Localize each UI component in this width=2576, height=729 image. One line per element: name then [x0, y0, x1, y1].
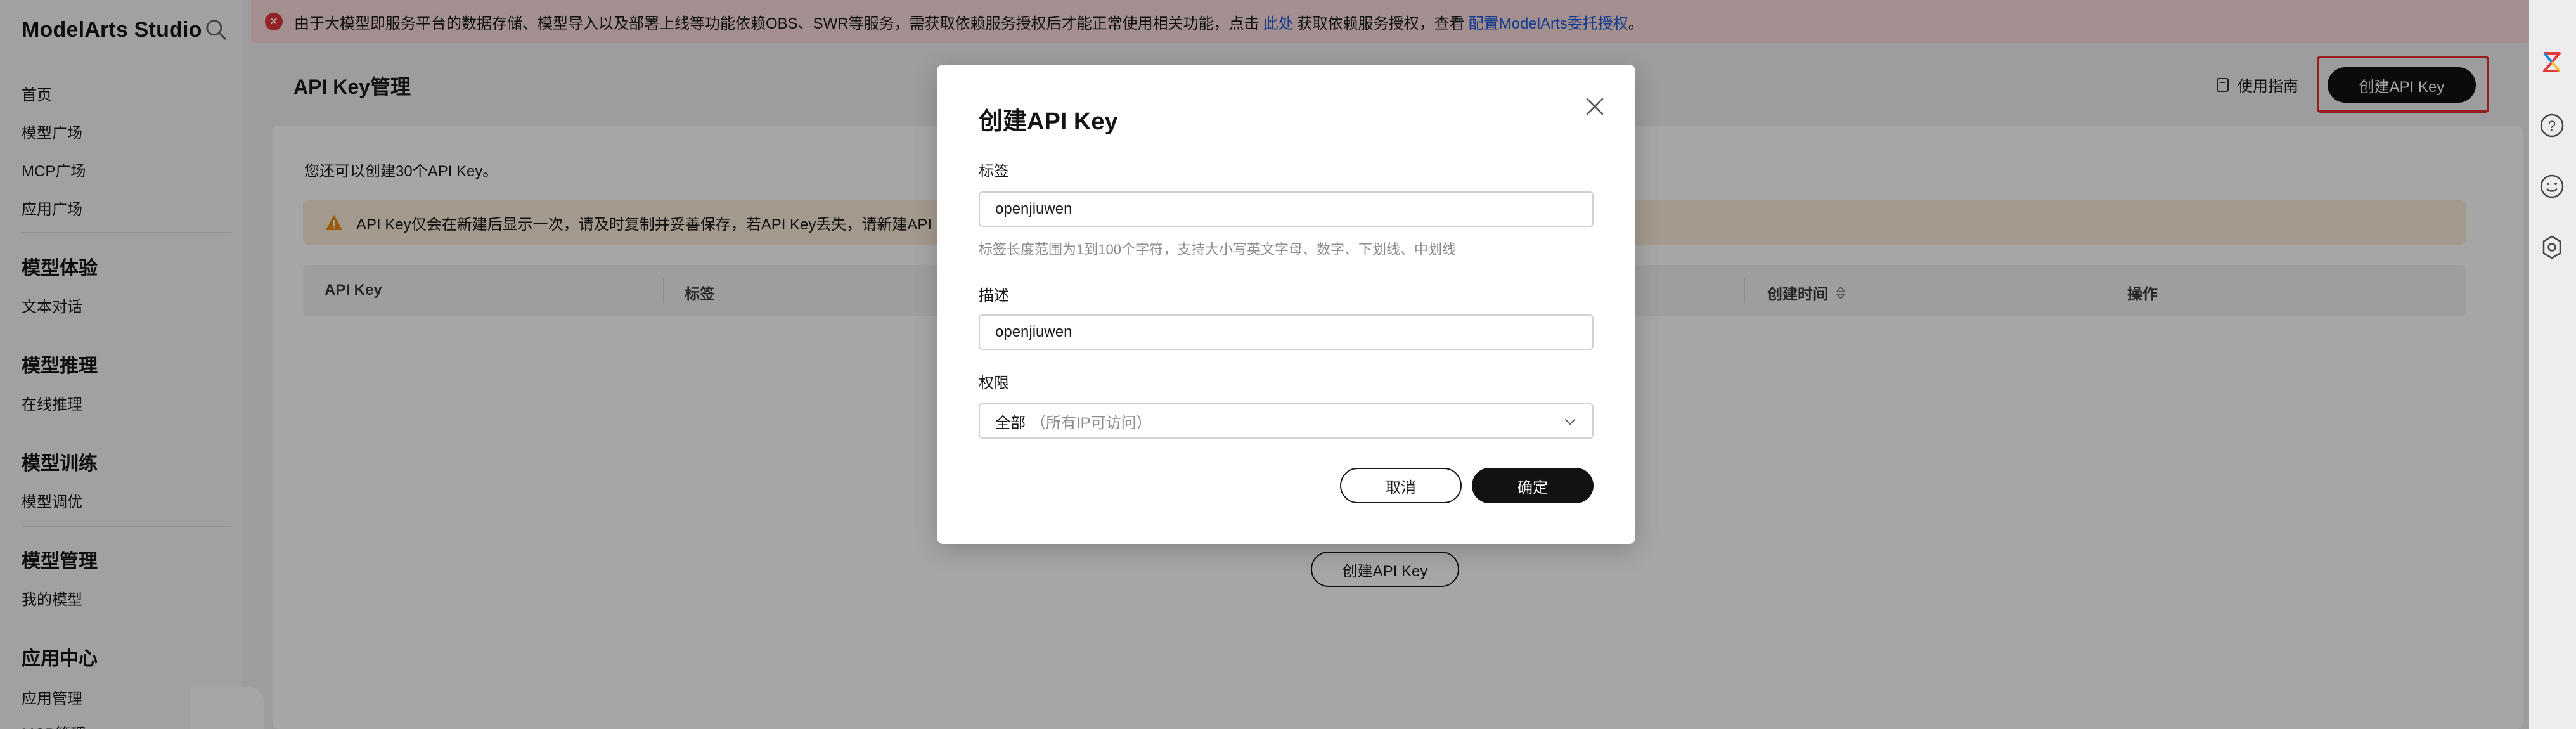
- chevron-down-icon: [1565, 419, 1575, 425]
- brand-logo-icon[interactable]: [2538, 48, 2566, 76]
- cancel-button[interactable]: 取消: [1340, 468, 1462, 503]
- feedback-smile-icon[interactable]: [2538, 172, 2566, 200]
- right-rail: ?: [2529, 0, 2576, 729]
- tag-hint: 标签长度范围为1到100个字符，支持大小写英文字母、数字、下划线、中划线: [979, 242, 1456, 257]
- confirm-button[interactable]: 确定: [1472, 468, 1594, 503]
- dialog-title: 创建API Key: [979, 108, 1118, 135]
- permission-value: 全部: [995, 414, 1026, 432]
- help-icon[interactable]: ?: [2538, 112, 2566, 139]
- desc-label: 描述: [979, 287, 1009, 304]
- permission-select[interactable]: 全部 （所有IP可访问）: [979, 403, 1594, 439]
- svg-text:?: ?: [2548, 118, 2556, 134]
- tag-label: 标签: [979, 163, 1009, 180]
- desc-input[interactable]: openjiuwen: [979, 314, 1594, 350]
- settings-icon[interactable]: [2538, 233, 2566, 261]
- permission-value-note: （所有IP可访问）: [1031, 414, 1152, 432]
- tag-input[interactable]: openjiuwen: [979, 191, 1594, 227]
- permission-label: 权限: [979, 375, 1009, 392]
- create-api-key-dialog: 创建API Key 标签 openjiuwen 标签长度范围为1到100个字符，…: [937, 65, 1635, 544]
- close-icon[interactable]: [1581, 93, 1609, 120]
